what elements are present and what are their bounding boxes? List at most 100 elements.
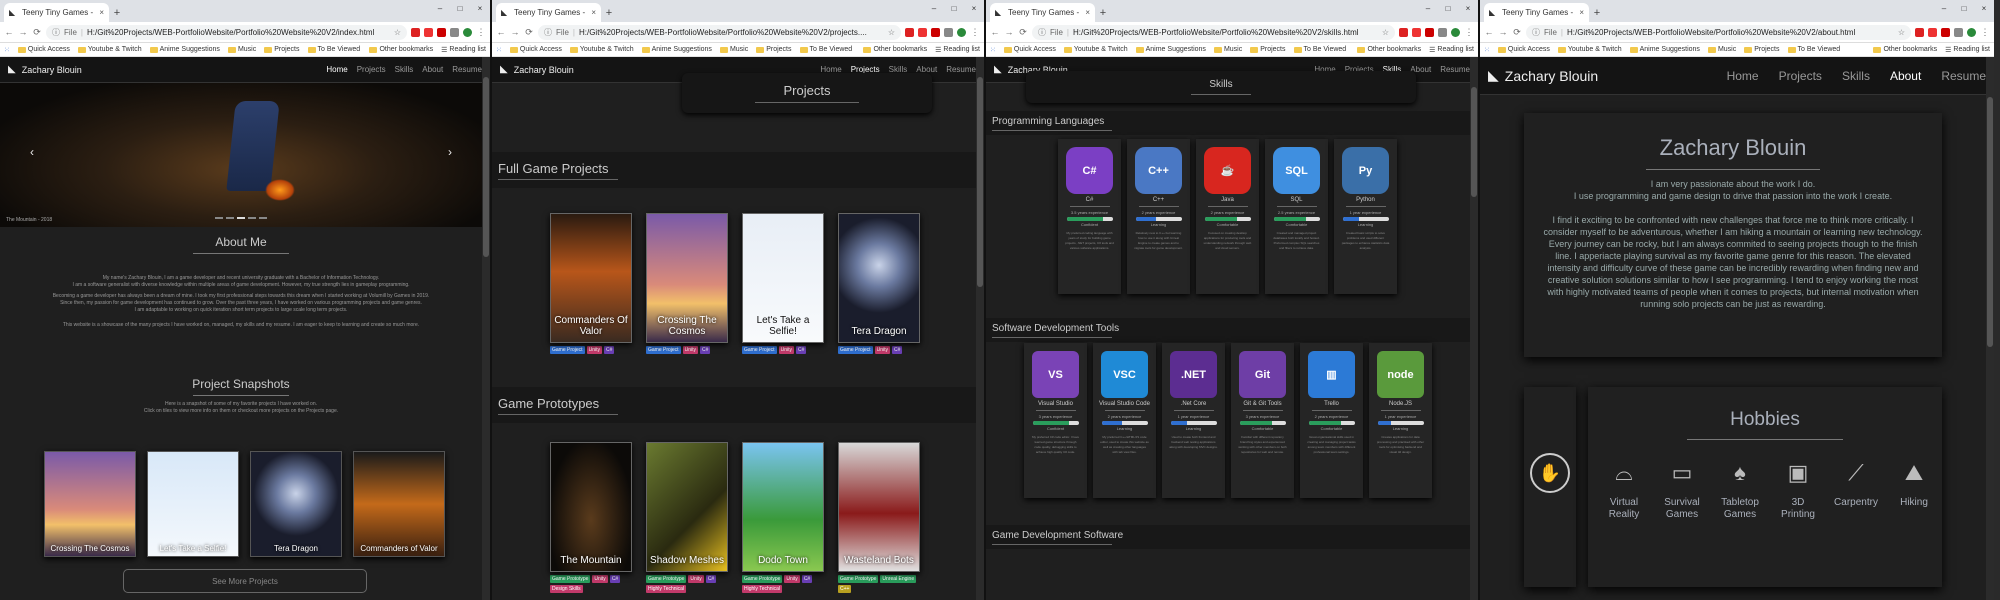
ext-red-icon[interactable] <box>918 27 927 37</box>
close-window-button[interactable]: × <box>1458 0 1478 16</box>
bookmark-item[interactable]: To Be Viewed <box>307 46 360 53</box>
reading-list[interactable]: ☰ Reading list <box>441 46 486 54</box>
reload-icon[interactable]: ⟳ <box>1512 27 1522 38</box>
bookmark-item[interactable]: Anime Suggestions <box>1135 46 1206 53</box>
address-bar[interactable]: ⓘ File | H:/Git%20Projects/WEB-PortfolioWeb… <box>1032 24 1395 40</box>
bookmark-star-icon[interactable]: ☆ <box>1382 28 1389 37</box>
nav-link-skills[interactable]: Skills <box>1842 69 1870 83</box>
project-card[interactable]: Crossing The Cosmos Game Project Unity C# <box>646 213 728 354</box>
project-thumbnail[interactable]: Commanders Of Valor <box>550 213 632 343</box>
skill-card[interactable]: C# C# 3.5 years experience Confident My pref… <box>1058 139 1121 294</box>
nav-link-projects[interactable]: Projects <box>1779 69 1822 83</box>
snapshot-tile[interactable]: Commanders of Valor <box>353 451 445 557</box>
bookmark-star-icon[interactable]: ☆ <box>1898 28 1905 37</box>
project-card[interactable]: Shadow Meshes Game Prototype Unity C# Highly… <box>646 442 728 593</box>
minimize-button[interactable]: – <box>1934 0 1954 16</box>
project-card[interactable]: Commanders Of Valor Game Project Unity C# <box>550 213 632 354</box>
project-thumbnail[interactable]: Let's Take a Selfie! <box>742 213 824 343</box>
ext-yt-icon[interactable] <box>437 27 446 37</box>
carousel-prev-icon[interactable]: ‹ <box>30 145 34 159</box>
project-card[interactable]: The Mountain Game Prototype Unity C# Design … <box>550 442 632 593</box>
bookmark-item[interactable]: Music <box>1707 46 1736 53</box>
reload-icon[interactable]: ⟳ <box>524 27 534 38</box>
carousel-dot[interactable] <box>215 217 223 219</box>
bookmark-item[interactable]: Projects <box>1250 46 1286 53</box>
bookmark-star-icon[interactable]: ☆ <box>888 28 895 37</box>
project-thumbnail[interactable]: Dodo Town <box>742 442 824 572</box>
project-card[interactable]: Let's Take a Selfie! Game Project Unity C# <box>742 213 824 354</box>
skill-card[interactable]: VS Visual Studio 3 years experience Confide… <box>1024 343 1087 498</box>
new-tab-button[interactable]: + <box>1095 3 1111 22</box>
back-icon[interactable]: ← <box>1484 27 1494 37</box>
skill-card[interactable]: ▥ Trello 2 years experience Comfortable Grea… <box>1300 343 1363 498</box>
skill-card[interactable]: ☕ Java 2 years experience Comfortable Focuse… <box>1196 139 1259 294</box>
carousel-next-icon[interactable]: › <box>448 145 452 159</box>
other-bookmarks[interactable]: Other bookmarks <box>1873 46 1937 54</box>
page-scrollbar[interactable] <box>1470 57 1478 600</box>
project-thumbnail[interactable]: Wasteland Bots <box>838 442 920 572</box>
apps-icon[interactable]: ⁙ <box>496 46 502 54</box>
close-tab-icon[interactable]: × <box>99 8 104 17</box>
other-bookmarks[interactable]: Other bookmarks <box>863 46 927 54</box>
profile-avatar[interactable] <box>1967 27 1976 37</box>
apps-icon[interactable]: ⁙ <box>4 46 10 54</box>
scrollbar-thumb[interactable] <box>483 77 489 257</box>
close-tab-icon[interactable]: × <box>1085 8 1090 17</box>
ext-yt-icon[interactable] <box>1425 27 1434 37</box>
scrollbar-thumb[interactable] <box>977 77 983 287</box>
browser-tab[interactable]: ◣ Teeny Tiny Games - About × <box>1484 3 1589 22</box>
bookmark-item[interactable]: Youtube & Twitch <box>569 46 634 53</box>
project-card[interactable]: Wasteland Bots Game Prototype Unreal Engin… <box>838 442 920 593</box>
browser-tab[interactable]: ◣ Teeny Tiny Games - Skills × <box>990 3 1095 22</box>
info-icon[interactable]: ⓘ <box>1532 27 1540 38</box>
new-tab-button[interactable]: + <box>109 3 125 22</box>
info-icon[interactable]: ⓘ <box>1038 27 1046 38</box>
bookmark-item[interactable]: Quick Access <box>1003 46 1056 53</box>
bookmark-item[interactable]: Music <box>227 46 256 53</box>
maximize-button[interactable]: □ <box>1438 0 1458 16</box>
carousel-dot[interactable] <box>237 217 245 219</box>
back-icon[interactable]: ← <box>990 27 1000 37</box>
ext-ext-icon[interactable] <box>450 27 459 37</box>
close-window-button[interactable]: × <box>1974 0 1994 16</box>
project-thumbnail[interactable]: Crossing The Cosmos <box>646 213 728 343</box>
browser-tab[interactable]: ◣ Teeny Tiny Games - Projects × <box>496 3 601 22</box>
bookmark-item[interactable]: Music <box>719 46 748 53</box>
chrome-menu-icon[interactable]: ⋮ <box>1980 27 1990 38</box>
hero-carousel[interactable]: ‹ › The Mountain - 2018 <box>0 83 482 227</box>
page-scrollbar[interactable] <box>976 57 984 600</box>
browser-tab[interactable]: ◣ Teeny Tiny Games - Zachary Blou... × <box>4 3 109 22</box>
maximize-button[interactable]: □ <box>450 0 470 16</box>
bookmark-item[interactable]: Youtube & Twitch <box>1557 46 1622 53</box>
carousel-dot[interactable] <box>226 217 234 219</box>
ext-abp-icon[interactable] <box>1399 27 1408 37</box>
info-icon[interactable]: ⓘ <box>544 27 552 38</box>
minimize-button[interactable]: – <box>924 0 944 16</box>
bookmark-star-icon[interactable]: ☆ <box>394 28 401 37</box>
forward-icon[interactable]: → <box>1498 27 1508 37</box>
skill-card[interactable]: Py Python 1 year experience Learning Created… <box>1334 139 1397 294</box>
reading-list[interactable]: ☰ Reading list <box>1429 46 1474 54</box>
forward-icon[interactable]: → <box>18 27 28 37</box>
bookmark-item[interactable]: Anime Suggestions <box>1629 46 1700 53</box>
close-tab-icon[interactable]: × <box>1579 8 1584 17</box>
reading-list[interactable]: ☰ Reading list <box>1945 46 1990 54</box>
see-more-projects-button[interactable]: See More Projects <box>123 569 367 593</box>
profile-avatar[interactable] <box>463 27 472 37</box>
site-brand[interactable]: ◣ Zachary Blouin <box>1488 67 1598 84</box>
nav-link-about[interactable]: About <box>422 65 443 74</box>
bookmark-item[interactable]: Quick Access <box>509 46 562 53</box>
page-scrollbar[interactable] <box>482 57 490 600</box>
bookmark-item[interactable]: Quick Access <box>17 46 70 53</box>
close-window-button[interactable]: × <box>470 0 490 16</box>
maximize-button[interactable]: □ <box>944 0 964 16</box>
bookmark-item[interactable]: Quick Access <box>1497 46 1550 53</box>
ext-abp-icon[interactable] <box>905 27 914 37</box>
minimize-button[interactable]: – <box>1418 0 1438 16</box>
bookmark-item[interactable]: Youtube & Twitch <box>77 46 142 53</box>
skill-card[interactable]: .NET .Net Core 1 year experience Learning Us… <box>1162 343 1225 498</box>
bookmark-item[interactable]: To Be Viewed <box>799 46 852 53</box>
skill-card[interactable]: C++ C++ 2 years experience Learning Relative… <box>1127 139 1190 294</box>
close-window-button[interactable]: × <box>964 0 984 16</box>
project-thumbnail[interactable]: Shadow Meshes <box>646 442 728 572</box>
